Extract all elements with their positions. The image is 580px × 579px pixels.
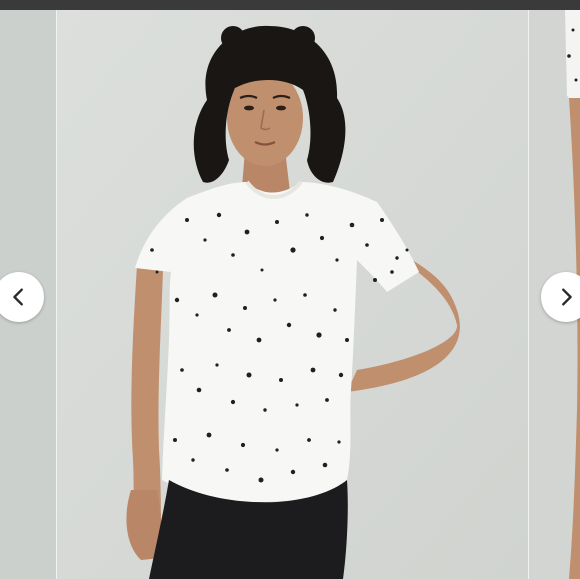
chevron-left-icon [13,288,23,306]
image-carousel[interactable] [0,10,580,579]
top-bar [0,0,580,10]
chevron-right-icon [562,288,572,306]
product-image-model-tee [57,10,528,579]
slide-active[interactable] [57,10,528,579]
